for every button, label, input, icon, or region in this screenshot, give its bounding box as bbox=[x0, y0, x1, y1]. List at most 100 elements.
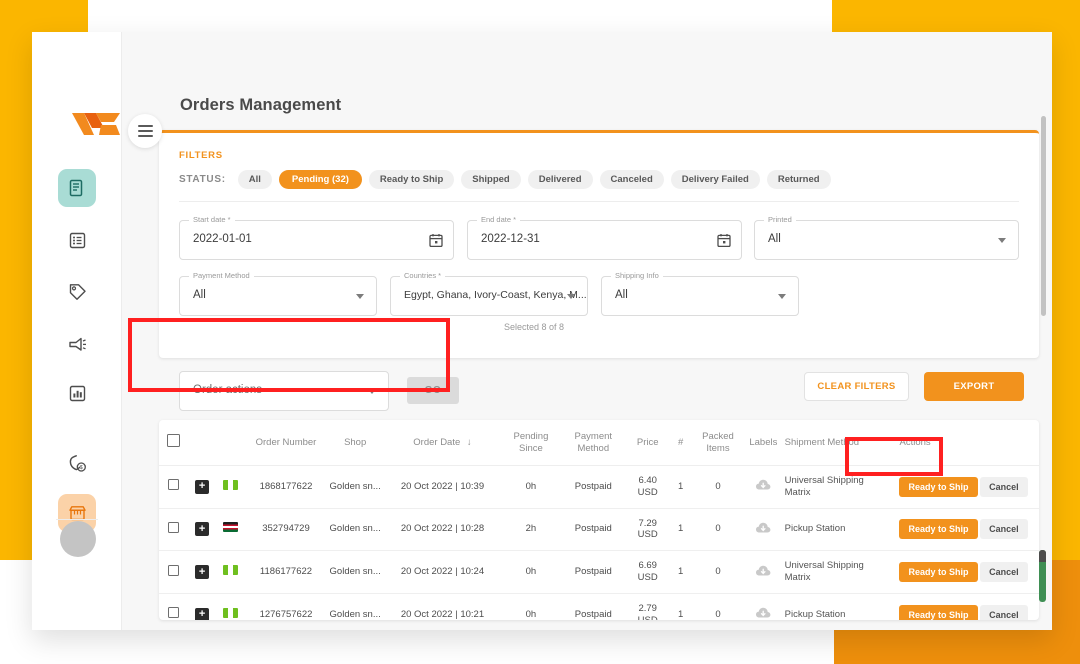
calendar-icon[interactable] bbox=[717, 233, 731, 253]
price-amount: 6.69 bbox=[638, 560, 657, 572]
vertical-scrollbar-top[interactable] bbox=[1041, 116, 1046, 316]
ready-to-ship-button[interactable]: Ready to Ship bbox=[899, 604, 978, 620]
shipment-method-cell: Pickup Station bbox=[782, 508, 892, 552]
packed-items-cell: 0 bbox=[691, 593, 745, 620]
status-chip-canceled[interactable]: Canceled bbox=[599, 170, 664, 189]
sidebar-item-support[interactable]: $ bbox=[58, 444, 96, 482]
sidebar-item-list[interactable] bbox=[58, 221, 96, 259]
row-select-cell bbox=[159, 465, 189, 509]
labels-header[interactable]: Labels bbox=[744, 420, 783, 466]
status-chip-ready-to-ship[interactable]: Ready to Ship bbox=[368, 170, 455, 189]
price-amount: 7.29 bbox=[638, 517, 657, 529]
printed-select[interactable]: Printed All bbox=[754, 215, 1019, 260]
chevron-down-icon[interactable] bbox=[368, 389, 376, 394]
status-chip-pending[interactable]: Pending (32) bbox=[278, 170, 362, 189]
ready-to-ship-button[interactable]: Ready to Ship bbox=[899, 519, 978, 540]
status-chip-all[interactable]: All bbox=[237, 170, 272, 189]
end-date-field[interactable]: End date * 2022-12-31 bbox=[467, 215, 742, 260]
count-header[interactable]: # bbox=[669, 420, 692, 466]
sidebar-item-reports[interactable] bbox=[58, 374, 96, 412]
start-date-field[interactable]: Start date * 2022-01-01 bbox=[179, 215, 454, 260]
label-download-cell bbox=[744, 465, 783, 509]
ready-to-ship-button[interactable]: Ready to Ship bbox=[899, 562, 978, 583]
order-date-cell: 20 Oct 2022 | 10:28 bbox=[383, 508, 502, 552]
status-chip-delivery-failed[interactable]: Delivery Failed bbox=[670, 170, 760, 189]
go-button[interactable]: GO bbox=[407, 377, 459, 404]
shop-cell: Golden sn... bbox=[326, 550, 384, 594]
pending-since-header[interactable]: Pending Since bbox=[501, 420, 561, 466]
cancel-button[interactable]: Cancel bbox=[980, 604, 1028, 620]
expand-row-button[interactable]: + bbox=[195, 479, 210, 494]
support-shield-icon: $ bbox=[69, 454, 86, 472]
avatar[interactable] bbox=[60, 521, 96, 557]
packed-items-cell: 0 bbox=[691, 465, 745, 509]
sidebar-divider bbox=[56, 519, 98, 520]
shipping-info-select[interactable]: Shipping Info All bbox=[601, 271, 799, 316]
order-number-cell: 352794729 bbox=[245, 508, 327, 552]
expand-header bbox=[188, 420, 216, 466]
expand-row-button[interactable]: + bbox=[195, 565, 210, 580]
row-checkbox[interactable] bbox=[168, 521, 180, 533]
ready-to-ship-button[interactable]: Ready to Ship bbox=[899, 476, 978, 497]
status-chip-delivered[interactable]: Delivered bbox=[527, 170, 593, 189]
country-flag-icon bbox=[222, 479, 238, 490]
table-row[interactable]: + 352794729 Golden sn... 20 Oct 2022 | 1… bbox=[159, 508, 1039, 552]
menu-line bbox=[137, 130, 153, 132]
expand-row-button[interactable]: + bbox=[195, 607, 210, 620]
payment-method-header[interactable]: Payment Method bbox=[560, 420, 627, 466]
price-header[interactable]: Price bbox=[626, 420, 670, 466]
clear-filters-button[interactable]: CLEAR FILTERS bbox=[804, 372, 909, 401]
select-all-checkbox[interactable] bbox=[167, 434, 181, 448]
row-checkbox[interactable] bbox=[168, 607, 180, 619]
vendor-logo-icon[interactable] bbox=[70, 108, 122, 142]
cancel-button[interactable]: Cancel bbox=[980, 562, 1028, 583]
cancel-button[interactable]: Cancel bbox=[980, 519, 1028, 540]
label-download-cell bbox=[744, 593, 783, 620]
row-actions-cell: Ready to Ship Cancel bbox=[891, 593, 1039, 620]
order-actions-select[interactable]: Order actions bbox=[179, 371, 389, 411]
country-flag-icon bbox=[222, 607, 238, 618]
order-date-header[interactable]: Order Date ↓ bbox=[383, 420, 502, 466]
countries-select[interactable]: Countries * Egypt, Ghana, Ivory-Coast, K… bbox=[390, 271, 588, 316]
table-row[interactable]: + 1868177622 Golden sn... 20 Oct 2022 | … bbox=[159, 465, 1039, 509]
sort-desc-icon[interactable]: ↓ bbox=[467, 437, 472, 448]
sidebar-item-promotions[interactable] bbox=[58, 273, 96, 311]
export-button[interactable]: EXPORT bbox=[924, 372, 1024, 401]
row-actions-cell: Ready to Ship Cancel bbox=[891, 465, 1039, 509]
shop-cell: Golden sn... bbox=[326, 465, 384, 509]
shop-header[interactable]: Shop bbox=[326, 420, 384, 466]
vertical-scrollbar-thumb-cap[interactable] bbox=[1039, 550, 1046, 562]
order-number-header[interactable]: Order Number bbox=[245, 420, 327, 466]
sidebar-item-orders[interactable] bbox=[58, 169, 96, 207]
actions-header: Actions bbox=[891, 420, 1039, 466]
row-country-cell bbox=[215, 550, 246, 594]
price-currency: USD bbox=[637, 486, 658, 498]
row-country-cell bbox=[215, 593, 246, 620]
packed-items-header[interactable]: Packed Items bbox=[691, 420, 745, 466]
chevron-down-icon[interactable] bbox=[998, 238, 1006, 243]
status-chip-shipped[interactable]: Shipped bbox=[461, 170, 521, 189]
shipment-method-header[interactable]: Shipment Method bbox=[782, 420, 892, 466]
shipping-info-label: Shipping Info bbox=[611, 271, 663, 280]
menu-toggle-button[interactable] bbox=[128, 114, 162, 148]
status-label: STATUS: bbox=[179, 174, 226, 185]
payment-method-value: All bbox=[193, 289, 206, 301]
chevron-down-icon[interactable] bbox=[778, 294, 786, 299]
shipping-info-value: All bbox=[615, 289, 628, 301]
expand-row-button[interactable]: + bbox=[195, 522, 210, 537]
payment-method-select[interactable]: Payment Method All bbox=[179, 271, 377, 316]
row-checkbox[interactable] bbox=[168, 479, 180, 491]
calendar-icon[interactable] bbox=[429, 233, 443, 253]
cancel-button[interactable]: Cancel bbox=[980, 476, 1028, 497]
table-row[interactable]: + 1276757622 Golden sn... 20 Oct 2022 | … bbox=[159, 593, 1039, 620]
sidebar: $ bbox=[32, 32, 162, 630]
sidebar-item-announcements[interactable] bbox=[58, 325, 96, 363]
chevron-down-icon[interactable] bbox=[567, 294, 575, 299]
payment-method-cell: Postpaid bbox=[560, 550, 627, 594]
row-checkbox[interactable] bbox=[168, 564, 180, 576]
order-date-cell: 20 Oct 2022 | 10:21 bbox=[383, 593, 502, 620]
chevron-down-icon[interactable] bbox=[356, 294, 364, 299]
table-row[interactable]: + 1186177622 Golden sn... 20 Oct 2022 | … bbox=[159, 550, 1039, 594]
status-chip-returned[interactable]: Returned bbox=[766, 170, 831, 189]
countries-value: Egypt, Ghana, Ivory-Coast, Kenya, M... bbox=[404, 289, 587, 301]
